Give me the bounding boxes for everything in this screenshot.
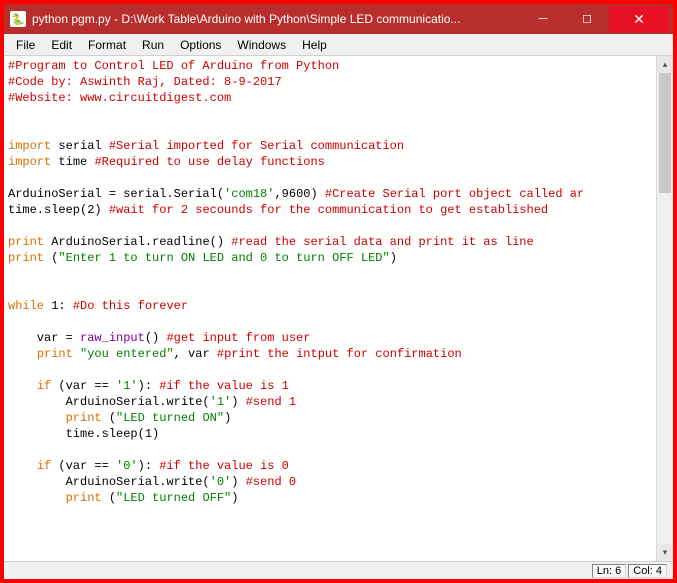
menu-help[interactable]: Help (294, 36, 335, 54)
code-text: 1: (44, 299, 73, 313)
comment: #read the serial data and print it as li… (231, 235, 533, 249)
comment: #Code by: Aswinth Raj, Dated: 8-9-2017 (8, 75, 282, 89)
code-text: var = (8, 331, 80, 345)
code-text: ) (231, 395, 245, 409)
keyword: print (8, 235, 44, 249)
code-text: ) (231, 475, 245, 489)
scroll-thumb[interactable] (659, 73, 671, 193)
code-text (8, 347, 37, 361)
editor-area: #Program to Control LED of Arduino from … (4, 56, 673, 561)
comment: #get input from user (166, 331, 310, 345)
code-text: ) (390, 251, 397, 265)
menu-format[interactable]: Format (80, 36, 134, 54)
comment: #Serial imported for Serial communicatio… (109, 139, 404, 153)
code-text (8, 491, 66, 505)
code-text (8, 411, 66, 425)
keyword: print (66, 491, 102, 505)
statusbar: Ln: 6 Col: 4 (4, 561, 673, 579)
minimize-button[interactable]: ─ (521, 6, 565, 30)
comment: #Do this forever (73, 299, 188, 313)
code-text: (var == (51, 379, 116, 393)
close-button[interactable]: ✕ (609, 6, 669, 32)
python-idle-icon: 🐍 (10, 11, 26, 27)
titlebar: 🐍 python pgm.py - D:\Work Table\Arduino … (4, 4, 673, 34)
code-text: ArduinoSerial.readline() (44, 235, 231, 249)
code-text (8, 459, 37, 473)
keyword: import (8, 139, 51, 153)
comment: #wait for 2 secounds for the communicati… (109, 203, 548, 217)
keyword: import (8, 155, 51, 169)
code-text: ( (102, 491, 116, 505)
comment: #print the intput for confirmation (217, 347, 462, 361)
code-text: , var (174, 347, 217, 361)
code-editor[interactable]: #Program to Control LED of Arduino from … (4, 56, 656, 561)
menu-options[interactable]: Options (172, 36, 229, 54)
code-text: () (145, 331, 167, 345)
comment: #if the value is 1 (159, 379, 289, 393)
code-text: ) (224, 411, 231, 425)
keyword: print (8, 251, 44, 265)
maximize-button[interactable]: ◻ (565, 6, 609, 30)
string: '1' (116, 379, 138, 393)
code-text: ) (231, 491, 238, 505)
string: "LED turned ON" (116, 411, 224, 425)
comment: #send 1 (246, 395, 296, 409)
menu-edit[interactable]: Edit (43, 36, 80, 54)
scroll-track[interactable] (657, 73, 673, 544)
status-line: Ln: 6 (592, 564, 626, 578)
status-col: Col: 4 (628, 564, 667, 578)
string: '0' (210, 475, 232, 489)
comment: #Program to Control LED of Arduino from … (8, 59, 339, 73)
code-text: ArduinoSerial.write( (8, 395, 210, 409)
vertical-scrollbar[interactable]: ▴ ▾ (656, 56, 673, 561)
string: '0' (116, 459, 138, 473)
comment: #if the value is 0 (159, 459, 289, 473)
code-text: (var == (51, 459, 116, 473)
keyword: if (37, 379, 51, 393)
code-text: time.sleep(2) (8, 203, 109, 217)
string: "LED turned OFF" (116, 491, 231, 505)
keyword: while (8, 299, 44, 313)
menubar: File Edit Format Run Options Windows Hel… (4, 34, 673, 56)
keyword: if (37, 459, 51, 473)
keyword: print (66, 411, 102, 425)
scroll-down-icon[interactable]: ▾ (657, 544, 673, 561)
window-buttons: ─ ◻ ✕ (521, 6, 669, 32)
builtin: raw_input (80, 331, 145, 345)
code-text (73, 347, 80, 361)
code-text: ( (44, 251, 58, 265)
keyword: print (37, 347, 73, 361)
code-text: ArduinoSerial = serial.Serial( (8, 187, 224, 201)
code-text: time.sleep(1) (8, 427, 159, 441)
code-text: ArduinoSerial.write( (8, 475, 210, 489)
menu-file[interactable]: File (8, 36, 43, 54)
string: "Enter 1 to turn ON LED and 0 to turn OF… (58, 251, 389, 265)
comment: #Website: www.circuitdigest.com (8, 91, 231, 105)
string: 'com18' (224, 187, 274, 201)
scroll-up-icon[interactable]: ▴ (657, 56, 673, 73)
menu-windows[interactable]: Windows (229, 36, 294, 54)
code-text: ): (138, 459, 160, 473)
code-text: ): (138, 379, 160, 393)
code-text (8, 379, 37, 393)
code-text: serial (51, 139, 109, 153)
string: '1' (210, 395, 232, 409)
comment: #Required to use delay functions (94, 155, 324, 169)
code-text: ,9600) (274, 187, 324, 201)
code-text: time (51, 155, 94, 169)
menu-run[interactable]: Run (134, 36, 172, 54)
code-text: ( (102, 411, 116, 425)
comment: #Create Serial port object called ar (325, 187, 584, 201)
window-title: python pgm.py - D:\Work Table\Arduino wi… (32, 12, 521, 26)
comment: #send 0 (246, 475, 296, 489)
string: "you entered" (80, 347, 174, 361)
